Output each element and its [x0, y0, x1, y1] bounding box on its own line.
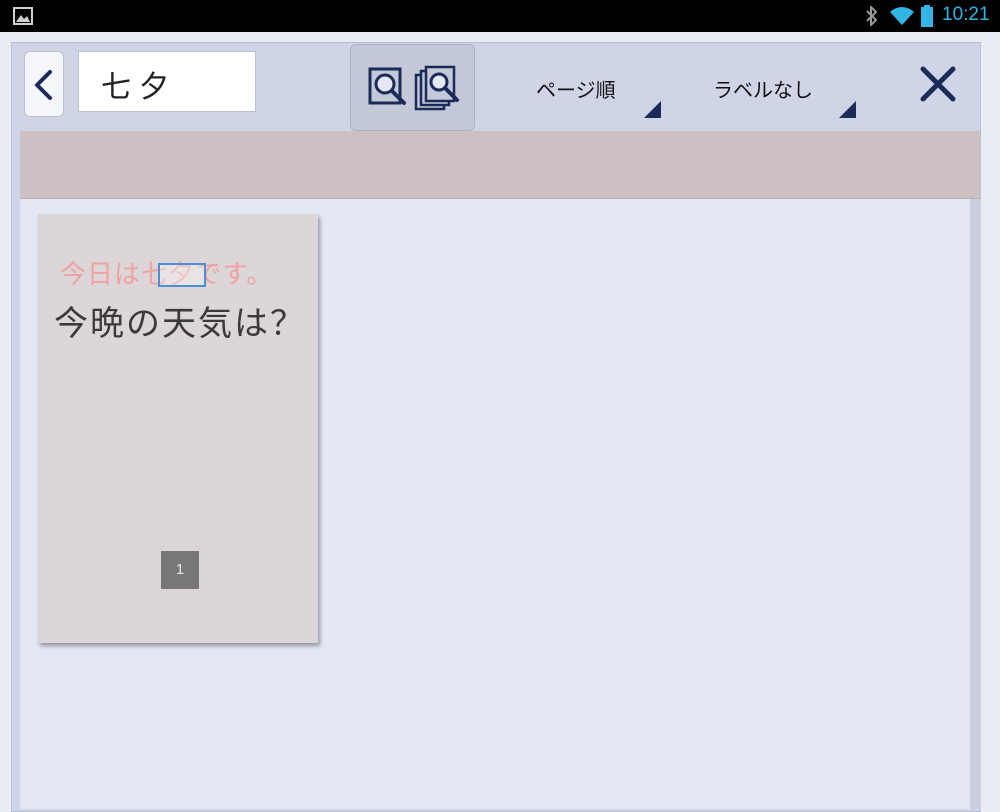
close-icon: [920, 66, 956, 102]
close-button[interactable]: [916, 62, 960, 106]
dropdown-corner-icon: [839, 101, 856, 118]
chevron-left-icon: [35, 70, 52, 100]
thumbnail-line-2: 今晩の天気は？: [54, 304, 306, 344]
gallery-icon: [13, 7, 33, 29]
search-mode-button[interactable]: [350, 44, 475, 131]
wifi-icon: [889, 6, 915, 30]
dropdown-corner-icon: [644, 101, 661, 118]
scrollbar-track[interactable]: [970, 199, 981, 809]
label-filter-label: ラベルなし: [713, 78, 813, 102]
label-filter-dropdown[interactable]: ラベルなし: [713, 42, 863, 118]
page-number-badge: 1: [161, 551, 199, 589]
search-query-text: 七夕: [101, 70, 177, 105]
page-thumbnail[interactable]: 今日は七夕です。 今晩の天気は？ 1: [38, 214, 318, 643]
search-input[interactable]: 七夕: [78, 51, 256, 112]
bluetooth-icon: [865, 4, 879, 30]
back-button[interactable]: [24, 51, 64, 117]
battery-icon: [921, 5, 933, 31]
status-bar: 10:21: [0, 0, 1000, 32]
sort-order-dropdown[interactable]: ページ順: [536, 42, 666, 118]
multi-page-search-icon: [368, 65, 459, 111]
sort-order-label: ページ順: [536, 78, 616, 102]
results-header-band: [20, 131, 980, 199]
search-hit-highlight: [158, 263, 206, 287]
status-clock: 10:21: [942, 4, 990, 25]
